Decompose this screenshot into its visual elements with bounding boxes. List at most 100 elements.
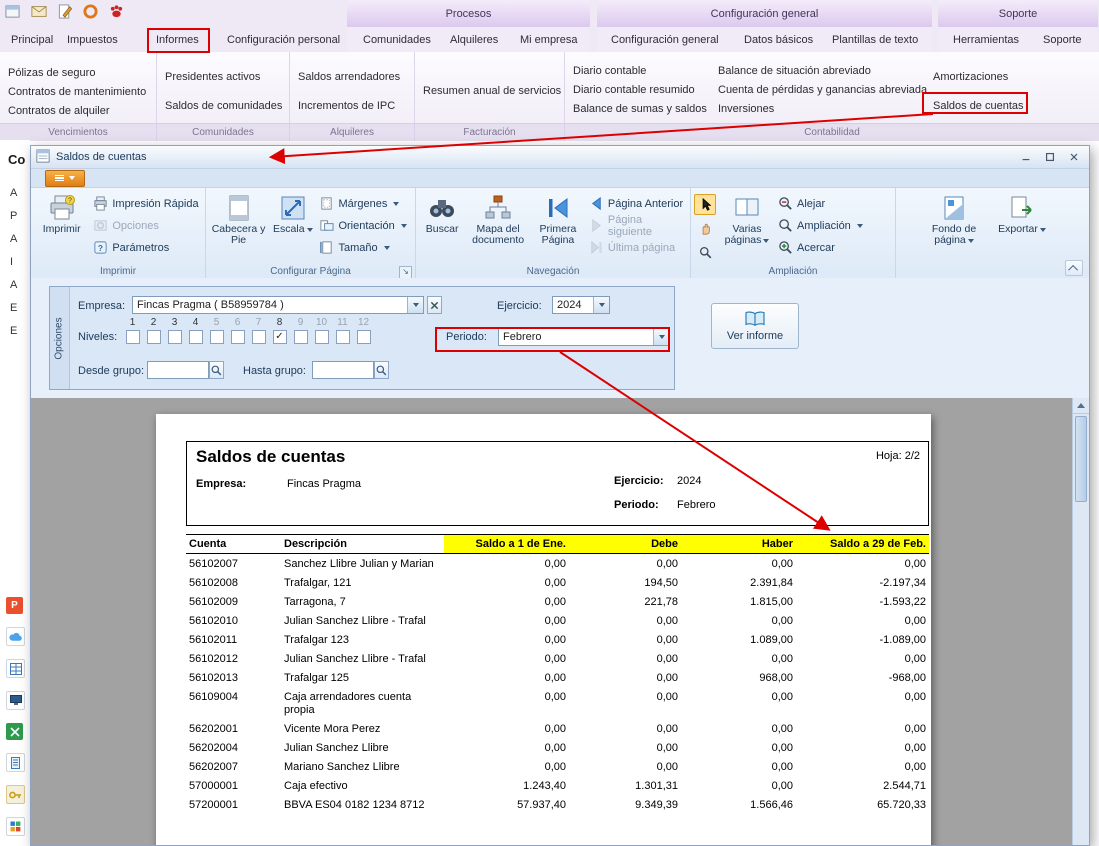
paw-icon[interactable] [108,3,125,20]
size-button[interactable]: Tamaño [317,238,412,257]
chevron-down-icon[interactable] [593,297,609,313]
nivel-checkbox-12[interactable] [357,330,371,344]
edit-document-icon[interactable] [56,3,73,20]
zoom-tool-button[interactable] [694,242,716,263]
tab-comunidades[interactable]: Comunidades [360,29,434,51]
export-button[interactable]: Exportar [994,192,1050,265]
ribbon-item-amortizaciones[interactable]: Amortizaciones [925,68,1099,87]
document-map-button[interactable]: Mapa del documento [467,192,529,265]
chevron-down-icon[interactable] [407,297,423,313]
scroll-up-button[interactable] [1073,398,1089,414]
hasta-grupo-search-button[interactable] [374,361,389,379]
nivel-checkbox-9[interactable] [294,330,308,344]
ribbon-item-inversiones[interactable]: Inversiones [710,100,925,119]
left-panel-item-5[interactable]: E [10,297,17,320]
tab-configuracion-general[interactable]: Configuración general [608,29,722,51]
scrollbar-thumb[interactable] [1075,416,1087,502]
tab-principal[interactable]: Principal [8,29,56,51]
nivel-checkbox-8[interactable]: ✓ [273,330,287,344]
first-page-button[interactable]: Primera Página [531,192,585,265]
ribbon-item-diario-contable-resumido[interactable]: Diario contable resumido [565,81,710,100]
table-icon[interactable] [6,659,25,678]
tab-herramientas[interactable]: Herramientas [950,29,1022,51]
print-options-button[interactable]: Opciones [91,216,202,235]
previous-page-button[interactable]: Página Anterior [587,194,687,213]
ribbon-item-saldos-arrendadores[interactable]: Saldos arrendadores [290,68,414,87]
empresa-combobox[interactable]: Fincas Pragma ( B58959784 ) [132,296,424,314]
ejercicio-combobox[interactable]: 2024 [552,296,610,314]
minimize-button[interactable] [1015,149,1036,166]
nivel-checkbox-2[interactable] [147,330,161,344]
ribbon-item-presidentes-activos[interactable]: Presidentes activos [157,68,289,87]
tab-alquileres[interactable]: Alquileres [447,29,501,51]
collapse-toolbar-button[interactable] [1065,260,1083,276]
mail-icon[interactable] [30,3,47,20]
left-panel-item-3[interactable]: I [10,251,17,274]
page-background-button[interactable]: Fondo de página [924,192,984,265]
nivel-checkbox-7[interactable] [252,330,266,344]
tab-soporte[interactable]: Soporte [1040,29,1085,51]
chevron-down-icon[interactable] [653,329,669,345]
tab-informes[interactable]: Informes [153,29,202,51]
ribbon-item-perdidas-ganancias[interactable]: Cuenta de pérdidas y ganancias abreviada [710,81,925,100]
window-icon[interactable] [4,3,21,20]
ribbon-item-diario-contable[interactable]: Diario contable [565,62,710,81]
ribbon-item-saldos-de-cuentas[interactable]: Saldos de cuentas [925,97,1099,116]
margins-button[interactable]: Márgenes [317,194,412,213]
quick-print-button[interactable]: Impresión Rápida [91,194,202,213]
nivel-checkbox-1[interactable] [126,330,140,344]
options-vertical-tab[interactable]: Opciones [50,287,70,389]
nivel-checkbox-4[interactable] [189,330,203,344]
hasta-grupo-input[interactable] [312,361,374,379]
vertical-scrollbar[interactable] [1072,398,1089,845]
last-page-button[interactable]: Última página [587,238,687,257]
close-button[interactable] [1063,149,1084,166]
left-panel-item-6[interactable]: E [10,320,17,343]
zoom-in-button[interactable]: Acercar [776,238,882,257]
tab-configuracion-personal[interactable]: Configuración personal [224,29,343,51]
monitor-icon[interactable] [6,691,25,710]
tab-mi-empresa[interactable]: Mi empresa [517,29,580,51]
ribbon-item-contratos-alquiler[interactable]: Contratos de alquiler [0,102,156,121]
document-icon[interactable] [6,753,25,772]
tab-impuestos[interactable]: Impuestos [64,29,121,51]
cloud-icon[interactable] [6,627,25,646]
zoom-out-button[interactable]: Alejar [776,194,882,213]
scale-button[interactable]: Escala [270,192,315,265]
search-button[interactable]: Buscar [419,192,465,265]
maximize-button[interactable] [1039,149,1060,166]
left-panel-item-1[interactable]: P [10,205,17,228]
left-panel-item-2[interactable]: A [10,228,17,251]
ribbon-item-balance-situacion[interactable]: Balance de situación abreviado [710,62,925,81]
ribbon-item-resumen-anual-servicios[interactable]: Resumen anual de servicios [415,82,564,101]
parameters-button[interactable]: ? Parámetros [91,238,202,257]
ribbon-item-saldos-de-comunidades[interactable]: Saldos de comunidades [157,97,289,116]
orientation-button[interactable]: Orientación [317,216,412,235]
header-footer-button[interactable]: Cabecera y Pie [209,192,268,265]
pragma-app-icon[interactable]: P [6,597,23,614]
desde-grupo-search-button[interactable] [209,361,224,379]
spreadsheet-icon[interactable] [6,723,23,740]
ver-informe-button[interactable]: Ver informe [711,303,799,349]
left-panel-item-0[interactable]: A [10,182,17,205]
nivel-checkbox-10[interactable] [315,330,329,344]
key-icon[interactable] [6,785,25,804]
nivel-checkbox-5[interactable] [210,330,224,344]
print-button[interactable]: ? Imprimir [34,192,89,265]
record-icon[interactable] [82,3,99,20]
ribbon-item-balance-sumas-saldos[interactable]: Balance de sumas y saldos [565,100,710,119]
ribbon-item-polizas-de-seguro[interactable]: Pólizas de seguro [0,64,156,83]
ribbon-item-incrementos-ipc[interactable]: Incrementos de IPC [290,97,414,116]
left-panel-item-4[interactable]: A [10,274,17,297]
tab-datos-basicos[interactable]: Datos básicos [741,29,816,51]
nivel-checkbox-6[interactable] [231,330,245,344]
apps-grid-icon[interactable] [6,817,25,836]
tab-plantillas-de-texto[interactable]: Plantillas de texto [829,29,921,51]
zoom-level-button[interactable]: Ampliación [776,216,882,235]
empresa-clear-button[interactable] [427,296,442,314]
hand-tool-button[interactable] [694,218,716,239]
application-menu-button[interactable] [45,170,85,187]
nivel-checkbox-3[interactable] [168,330,182,344]
ribbon-item-contratos-mantenimiento[interactable]: Contratos de mantenimiento [0,83,156,102]
periodo-combobox[interactable]: Febrero [498,328,670,346]
